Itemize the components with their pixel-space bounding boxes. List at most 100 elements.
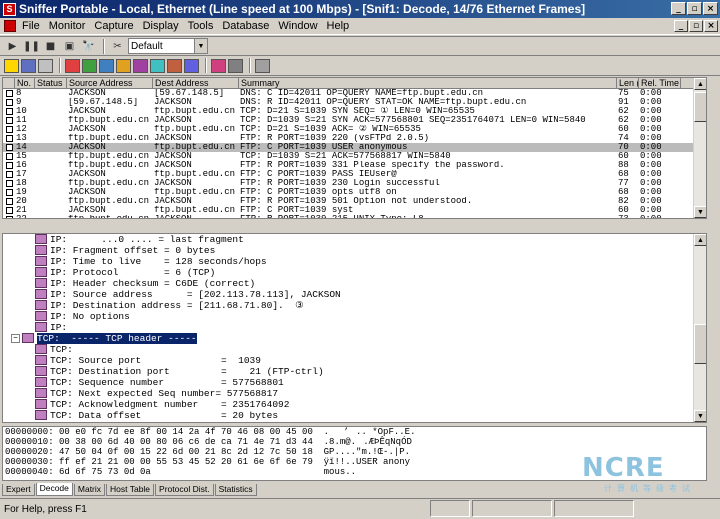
packet-checkbox[interactable] (6, 144, 13, 151)
packet-checkbox[interactable] (6, 108, 13, 115)
packet-checkbox[interactable] (6, 126, 13, 133)
packet-checkbox[interactable] (6, 207, 13, 214)
ip-decode-line[interactable]: IP: Time to live = 128 seconds/hops (3, 256, 706, 267)
global-statistics-icon[interactable] (167, 58, 182, 73)
application-response-icon[interactable] (116, 58, 131, 73)
tab-decode[interactable]: Decode (35, 483, 73, 496)
tcp-decode-line[interactable]: TCP: Destination port = 21 (FTP-ctrl) (3, 366, 706, 377)
menu-monitor[interactable]: Monitor (49, 20, 86, 32)
start-capture-icon[interactable]: ▶ (4, 38, 21, 54)
packet-checkbox[interactable] (6, 90, 13, 97)
tcp-decode-line[interactable]: TCP: Sequence number = 577568801 (3, 377, 706, 388)
scroll-down-icon[interactable]: ▼ (694, 410, 706, 422)
tab-expert[interactable]: Expert (2, 484, 35, 496)
menu-database[interactable]: Database (222, 20, 269, 32)
packet-checkbox[interactable] (6, 135, 13, 142)
child-minimize-button[interactable]: _ (674, 20, 688, 32)
binoculars-icon[interactable]: 🔭 (80, 38, 97, 54)
tcp-decode-line[interactable]: TCP: Source port = 1039 (3, 355, 706, 366)
menu-display[interactable]: Display (143, 20, 179, 32)
packet-row[interactable]: 10 JACKSON ftp.bupt.edu.cn TCP: D=21 S=1039… (3, 107, 706, 116)
open-icon[interactable] (4, 58, 19, 73)
tab-protocol-dist[interactable]: Protocol Dist. (155, 484, 214, 496)
packet-row[interactable]: 21 JACKSON ftp.bupt.edu.cn FTP: C PORT=1039… (3, 206, 706, 215)
tcp-header-node[interactable]: − TCP: ----- TCP header ----- (3, 333, 706, 344)
packet-row[interactable]: 17 JACKSON ftp.bupt.edu.cn FTP: C PORT=1039… (3, 170, 706, 179)
settings-icon[interactable] (255, 58, 270, 73)
maximize-button[interactable]: ▫ (687, 2, 702, 15)
scroll-thumb[interactable] (694, 324, 706, 364)
child-restore-button[interactable]: ▫ (689, 20, 703, 32)
col-status[interactable]: Status (35, 78, 67, 88)
sniffer-app-icon[interactable]: S (3, 2, 16, 16)
profile-select[interactable]: Default ▼ (128, 38, 208, 54)
stop-display-icon[interactable]: ▣ (61, 38, 78, 54)
packet-checkbox[interactable] (6, 198, 13, 205)
menu-help[interactable]: Help (327, 20, 350, 32)
col-time[interactable]: Rel. Time (639, 78, 681, 88)
packet-checkbox[interactable] (6, 153, 13, 160)
options-icon[interactable] (228, 58, 243, 73)
packet-row[interactable]: 12 JACKSON ftp.bupt.edu.cn TCP: D=21 S=1039… (3, 125, 706, 134)
scroll-down-icon[interactable]: ▼ (694, 206, 706, 218)
child-close-button[interactable]: × (704, 20, 718, 32)
packet-row[interactable]: 14 JACKSON ftp.bupt.edu.cn FTP: C PORT=1039… (3, 143, 706, 152)
expert-icon[interactable] (211, 58, 226, 73)
packet-checkbox[interactable] (6, 180, 13, 187)
print-icon[interactable] (38, 58, 53, 73)
ip-decode-line[interactable]: IP: Fragment offset = 0 bytes (3, 245, 706, 256)
packet-checkbox[interactable] (6, 162, 13, 169)
col-source[interactable]: Source Address (67, 78, 153, 88)
dashboard-icon[interactable] (65, 58, 80, 73)
ip-decode-line[interactable]: IP: Source address = [202.113.78.113], J… (3, 289, 706, 300)
alarm-log-icon[interactable] (184, 58, 199, 73)
filter-icon[interactable]: ✂ (109, 38, 126, 54)
tab-statistics[interactable]: Statistics (214, 484, 257, 496)
tab-matrix[interactable]: Matrix (73, 484, 106, 496)
packet-row[interactable]: 16 ftp.bupt.edu.cn JACKSON FTP: R PORT=1039… (3, 161, 706, 170)
tcp-decode-line[interactable]: TCP: Acknowledgment number = 2351764092 (3, 399, 706, 410)
history-samples-icon[interactable] (133, 58, 148, 73)
save-icon[interactable] (21, 58, 36, 73)
tab-host-table[interactable]: Host Table (106, 484, 155, 496)
collapse-icon[interactable]: − (11, 334, 20, 343)
menu-file[interactable]: File (22, 20, 40, 32)
menu-capture[interactable]: Capture (94, 20, 133, 32)
ip-decode-line[interactable]: IP: (3, 322, 706, 333)
packet-row[interactable]: 22 ftp.bupt.edu.cnJACKSONFTP: R PORT=1039… (3, 215, 706, 218)
menu-tools[interactable]: Tools (188, 20, 214, 32)
ip-decode-line[interactable]: IP: Destination address = [211.68.71.80]… (3, 300, 706, 311)
document-icon[interactable] (4, 20, 16, 32)
tcp-decode-line[interactable]: TCP: Data offset = 20 bytes (3, 410, 706, 421)
packet-checkbox[interactable] (6, 216, 13, 218)
ip-decode-line[interactable]: IP: No options (3, 311, 706, 322)
close-button[interactable]: × (703, 2, 718, 15)
chevron-down-icon[interactable]: ▼ (194, 39, 207, 53)
tcp-decode-line[interactable]: TCP: Next expected Seq number= 577568817 (3, 388, 706, 399)
packet-row[interactable]: 8 JACKSON [59.67.148.5] DNS: C ID=42011 OP=… (3, 89, 706, 98)
stop-capture-icon[interactable]: ■ (42, 38, 59, 54)
scroll-up-icon[interactable]: ▲ (694, 78, 706, 90)
minimize-button[interactable]: _ (671, 2, 686, 15)
scroll-up-icon[interactable]: ▲ (694, 234, 706, 246)
host-table-icon[interactable] (82, 58, 97, 73)
packet-row[interactable]: 19 JACKSON ftp.bupt.edu.cn FTP: C PORT=1039… (3, 188, 706, 197)
packet-checkbox[interactable] (6, 117, 13, 124)
packet-row[interactable]: 18 ftp.bupt.edu.cn JACKSON FTP: R PORT=1039… (3, 179, 706, 188)
scroll-thumb[interactable] (694, 92, 706, 122)
packet-list-scrollbar[interactable]: ▲ ▼ (693, 78, 706, 218)
packet-row[interactable]: 15 ftp.bupt.edu.cn JACKSON TCP: D=1039 S=21… (3, 152, 706, 161)
decode-scrollbar[interactable]: ▲ ▼ (693, 234, 706, 422)
matrix-icon[interactable] (99, 58, 114, 73)
protocol-dist-icon[interactable] (150, 58, 165, 73)
ip-decode-line[interactable]: IP: Protocol = 6 (TCP) (3, 267, 706, 278)
packet-row[interactable]: 20 ftp.bupt.edu.cn JACKSON FTP: R PORT=1039… (3, 197, 706, 206)
tcp-decode-line[interactable]: TCP: (3, 344, 706, 355)
ip-decode-line[interactable]: IP: Header checksum = C6DE (correct) (3, 278, 706, 289)
col-dest[interactable]: Dest Address (153, 78, 239, 88)
col-summary[interactable]: Summary (239, 78, 617, 88)
col-no[interactable]: No. (15, 78, 35, 88)
packet-checkbox[interactable] (6, 99, 13, 106)
ip-decode-line[interactable]: IP: ...0 .... = last fragment (3, 234, 706, 245)
packet-row[interactable]: 9 [59.67.148.5] JACKSON DNS: R ID=42011 OP=… (3, 98, 706, 107)
